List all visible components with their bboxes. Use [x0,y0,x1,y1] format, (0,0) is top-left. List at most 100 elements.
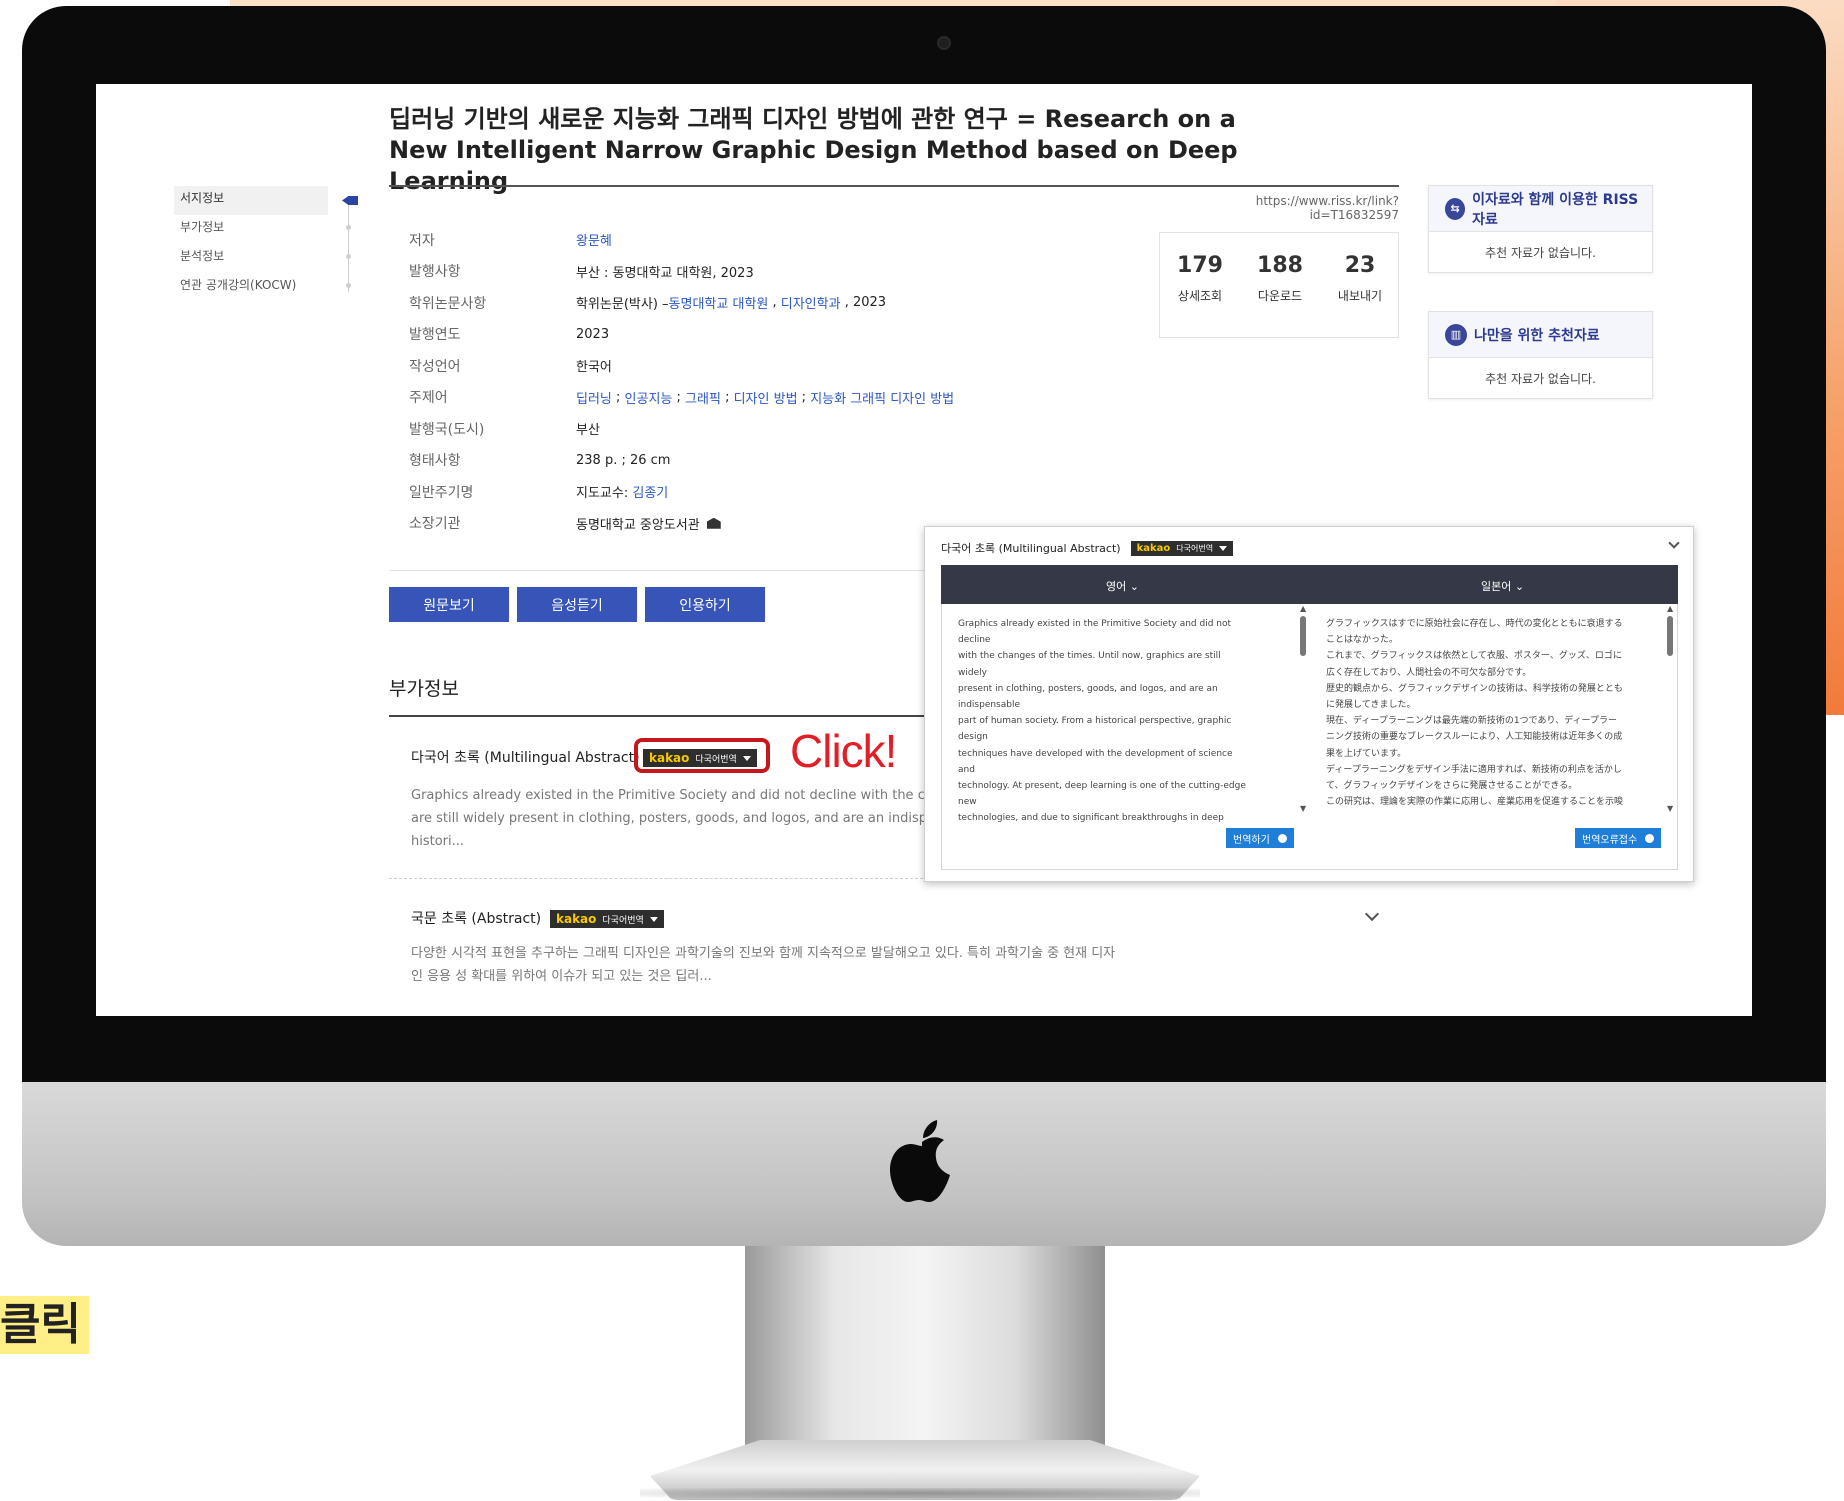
stat-number: 179 [1177,253,1223,278]
sidebar-item-bibliographic[interactable]: 서지정보 [174,186,328,215]
subject-separator: ; [797,389,811,405]
title-divider [389,185,1399,187]
multilingual-abstract-popup: 다국어 초록 (Multilingual Abstract) kakao 다국어… [924,526,1694,882]
stat-exports: 23 내보내기 [1320,253,1400,304]
info-row-publisher: 발행사항 부산 : 동명대학교 대학원, 2023 [409,256,954,288]
scroll-down-icon[interactable]: ▼ [1300,804,1306,813]
info-row-library: 소장기관 동명대학교 중앙도서관 [409,508,954,540]
page-title: 딥러닝 기반의 새로운 지능화 그래픽 디자인 방법에 관한 연구 = Rese… [389,105,1238,195]
language-bar: 영어 ⌄ 일본어 ⌄ [941,565,1678,604]
bibliographic-info: 저자 왕문혜 발행사항 부산 : 동명대학교 대학원, 2023 학위논문사항 … [409,224,954,539]
author-link[interactable]: 왕문혜 [576,230,612,249]
dropdown-arrow-icon [649,916,658,922]
riss-recommend-header[interactable]: ⇆ 이자료와 함께 이용한 RISS 자료 [1429,186,1652,232]
translate-button[interactable]: 번역하기 [1226,828,1294,848]
scroll-up-icon[interactable]: ▲ [1667,604,1673,613]
department-link[interactable]: 디자인학과 [781,293,841,312]
view-fulltext-button[interactable]: 원문보기 [389,587,509,622]
arrow-circle-icon [1645,833,1655,843]
subject-link[interactable]: 그래픽 [685,388,721,407]
info-value: 지도교수: [576,486,633,502]
sidebar-item-analysis[interactable]: 분석정보 [174,244,344,273]
info-value: 부산 [576,423,600,439]
scroll-up-icon[interactable]: ▲ [1300,604,1306,613]
popup-title-text: 다국어 초록 (Multilingual Abstract) [941,542,1121,555]
info-label: 학위논문사항 [409,295,487,312]
translation-scrollbar[interactable] [1667,616,1673,656]
camera-icon [937,36,951,50]
translation-panel: Graphics already existed in the Primitiv… [941,604,1678,870]
subject-separator: ; [720,389,734,405]
info-value: , 2023 [840,295,887,311]
cite-button[interactable]: 인용하기 [645,587,765,622]
info-separator: , [768,295,781,311]
stat-number: 188 [1257,253,1303,278]
library-icon[interactable] [706,517,721,529]
riss-recommend-empty: 추천 자료가 없습니다. [1485,245,1596,260]
stat-label: 상세조회 [1177,289,1223,303]
info-label: 일반주기명 [409,484,474,501]
sidebar-progress-line [348,202,349,292]
subject-link[interactable]: 지능화 그래픽 디자인 방법 [810,388,954,407]
subject-separator: ; [672,389,686,405]
stat-label: 다운로드 [1257,289,1303,303]
click-callout: Click! [790,725,897,777]
university-link[interactable]: 동명대학교 대학원 [669,293,769,312]
korean-abstract-line: 다양한 시각적 표현을 추구하는 그래픽 디자인은 과학기술의 진보와 함께 지… [411,946,1116,961]
multilingual-abstract-line: Graphics already existed in the Primitiv… [411,788,973,803]
source-scrollbar[interactable] [1300,616,1306,656]
permalink[interactable]: https://www.riss.kr/link?id=T16832597 [1186,194,1399,222]
kakao-translate-dropdown[interactable]: kakao 다국어번역 [1130,540,1234,556]
click-caption: 클릭 [0,1296,89,1354]
source-language-select[interactable]: 영어 ⌄ [1106,578,1139,594]
info-row-format: 형태사항 238 p. ; 26 cm [409,445,954,477]
personal-recommend-box: ▥ 나만을 위한 추천자료 추천 자료가 없습니다. [1428,311,1653,399]
sidebar-item-kocw[interactable]: 연관 공개강의(KOCW) [174,273,344,302]
subject-link[interactable]: 딥러닝 [576,388,612,407]
info-row-thesis: 학위논문사항 학위논문(박사) – 동명대학교 대학원 , 디자인학과 , 20… [409,287,954,319]
multilingual-abstract-line: histori... [411,834,465,849]
book-icon: ▥ [1445,323,1467,346]
info-label: 작성언어 [409,358,461,375]
personal-recommend-header[interactable]: ▥ 나만을 위한 추천자료 [1429,312,1652,358]
riss-recommend-title: 이자료와 함께 이용한 RISS 자료 [1472,191,1639,228]
sidebar-item-extra[interactable]: 부가정보 [174,215,344,244]
report-error-button[interactable]: 번역오류접수 [1575,828,1662,848]
subject-link[interactable]: 디자인 방법 [734,388,798,407]
info-label: 형태사항 [409,453,461,470]
personal-recommend-empty: 추천 자료가 없습니다. [1485,371,1596,386]
popup-title: 다국어 초록 (Multilingual Abstract) kakao 다국어… [941,540,1234,556]
kakao-translate-label: 다국어번역 [1176,543,1214,553]
info-row-country: 발행국(도시) 부산 [409,413,954,445]
personal-recommend-title: 나만을 위한 추천자료 [1474,327,1600,344]
kakao-translate-dropdown[interactable]: kakao 다국어번역 [550,910,664,928]
sidebar-dot [346,225,351,230]
scroll-down-icon[interactable]: ▼ [1667,804,1673,813]
target-language-select[interactable]: 일본어 ⌄ [1481,578,1524,594]
info-label: 발행연도 [409,327,461,344]
info-label: 발행사항 [409,264,461,281]
apple-logo-icon [890,1120,950,1202]
source-language-label: 영어 [1106,580,1127,593]
info-row-author: 저자 왕문혜 [409,224,954,256]
chevron-down-icon[interactable] [1364,906,1380,922]
subject-separator: ; [611,389,625,405]
info-value: 2023 [576,326,610,342]
korean-abstract-label: 국문 초록 (Abstract) [411,911,542,927]
listen-button[interactable]: 음성듣기 [517,587,637,622]
kakao-translate-label: 다국어번역 [602,915,644,926]
subject-link[interactable]: 인공지능 [625,388,673,407]
info-row-subjects: 주제어 딥러닝 ; 인공지능 ; 그래픽 ; 디자인 방법 ; 지능화 그래픽 … [409,382,954,414]
kakao-logo: kakao [556,912,597,926]
dropdown-arrow-icon [1219,545,1228,551]
highlight-box [634,738,770,773]
translated-text: グラフィックスはすでに原始社会に存在し、時代の変化とともに衰退する ことはなかっ… [1326,619,1624,808]
info-value: 부산 : 동명대학교 대학원, 2023 [576,265,754,281]
section-title-extra: 부가정보 [389,678,459,700]
target-language-label: 일본어 [1481,580,1512,593]
multilingual-abstract-label: 다국어 초록 (Multilingual Abstract) [411,750,640,766]
info-value: 238 p. ; 26 cm [576,452,671,468]
sidebar-dot [346,254,351,259]
advisor-link[interactable]: 김종기 [632,482,668,501]
collapse-chevron-icon[interactable] [1668,537,1680,549]
